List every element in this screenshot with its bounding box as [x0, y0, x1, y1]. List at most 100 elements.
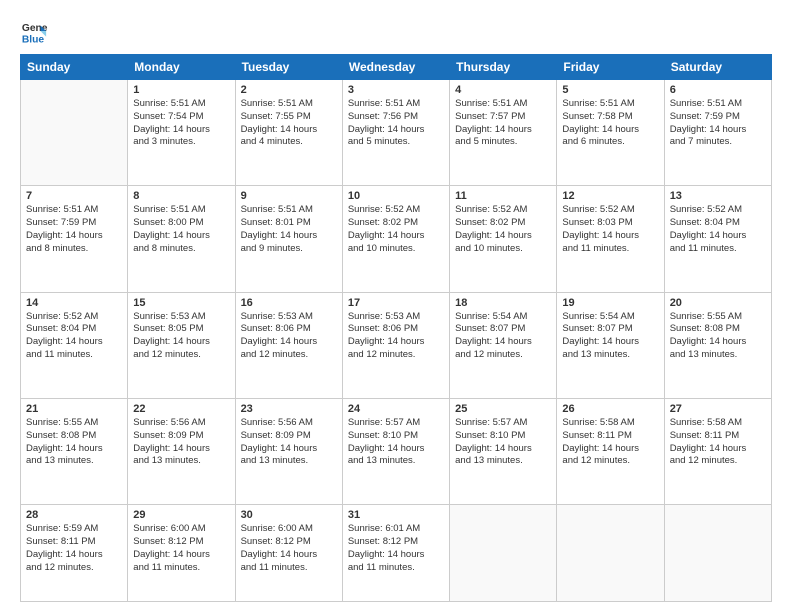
- week-row-4: 21 Sunrise: 5:55 AMSunset: 8:08 PMDayligh…: [21, 398, 772, 504]
- calendar-cell: 23 Sunrise: 5:56 AMSunset: 8:09 PMDayligh…: [235, 398, 342, 504]
- day-info: Sunrise: 5:51 AMSunset: 7:57 PMDaylight:…: [455, 98, 551, 149]
- day-info: Sunrise: 5:57 AMSunset: 8:10 PMDaylight:…: [455, 417, 551, 468]
- calendar-cell: [664, 505, 771, 602]
- week-row-5: 28 Sunrise: 5:59 AMSunset: 8:11 PMDayligh…: [21, 505, 772, 602]
- weekday-header-sunday: Sunday: [21, 55, 128, 80]
- weekday-header-thursday: Thursday: [450, 55, 557, 80]
- week-row-3: 14 Sunrise: 5:52 AMSunset: 8:04 PMDayligh…: [21, 292, 772, 398]
- day-number: 4: [455, 84, 551, 96]
- calendar-cell: 21 Sunrise: 5:55 AMSunset: 8:08 PMDayligh…: [21, 398, 128, 504]
- day-number: 21: [26, 403, 122, 415]
- day-info: Sunrise: 5:58 AMSunset: 8:11 PMDaylight:…: [670, 417, 766, 468]
- calendar-cell: 8 Sunrise: 5:51 AMSunset: 8:00 PMDaylight…: [128, 186, 235, 292]
- calendar-cell: 24Sunrise: 5:57 AMSunset: 8:10 PMDayligh…: [342, 398, 449, 504]
- calendar-cell: 10 Sunrise: 5:52 AMSunset: 8:02 PMDayligh…: [342, 186, 449, 292]
- day-info: Sunrise: 5:54 AMSunset: 8:07 PMDaylight:…: [455, 311, 551, 362]
- day-number: 8: [133, 190, 229, 202]
- calendar-cell: 30 Sunrise: 6:00 AMSunset: 8:12 PMDayligh…: [235, 505, 342, 602]
- calendar-cell: 15Sunrise: 5:53 AMSunset: 8:05 PMDayligh…: [128, 292, 235, 398]
- day-info: Sunrise: 5:58 AMSunset: 8:11 PMDaylight:…: [562, 417, 658, 468]
- day-number: 20: [670, 297, 766, 309]
- day-info: Sunrise: 5:51 AMSunset: 7:56 PMDaylight:…: [348, 98, 444, 149]
- day-number: 14: [26, 297, 122, 309]
- day-number: 22: [133, 403, 229, 415]
- day-info: Sunrise: 5:52 AMSunset: 8:04 PMDaylight:…: [26, 311, 122, 362]
- calendar-cell: 1Sunrise: 5:51 AMSunset: 7:54 PMDaylight…: [128, 80, 235, 186]
- day-info: Sunrise: 5:51 AMSunset: 7:55 PMDaylight:…: [241, 98, 337, 149]
- day-info: Sunrise: 5:52 AMSunset: 8:02 PMDaylight:…: [455, 204, 551, 255]
- calendar-cell: 12 Sunrise: 5:52 AMSunset: 8:03 PMDayligh…: [557, 186, 664, 292]
- weekday-header-row: SundayMondayTuesdayWednesdayThursdayFrid…: [21, 55, 772, 80]
- day-number: 2: [241, 84, 337, 96]
- day-info: Sunrise: 5:52 AMSunset: 8:03 PMDaylight:…: [562, 204, 658, 255]
- day-number: 30: [241, 509, 337, 521]
- calendar-cell: 13Sunrise: 5:52 AMSunset: 8:04 PMDayligh…: [664, 186, 771, 292]
- calendar-cell: 11 Sunrise: 5:52 AMSunset: 8:02 PMDayligh…: [450, 186, 557, 292]
- day-info: Sunrise: 5:59 AMSunset: 8:11 PMDaylight:…: [26, 523, 122, 574]
- day-number: 26: [562, 403, 658, 415]
- day-info: Sunrise: 5:53 AMSunset: 8:06 PMDaylight:…: [348, 311, 444, 362]
- day-info: Sunrise: 5:54 AMSunset: 8:07 PMDaylight:…: [562, 311, 658, 362]
- day-number: 10: [348, 190, 444, 202]
- day-number: 15: [133, 297, 229, 309]
- calendar-cell: 6Sunrise: 5:51 AMSunset: 7:59 PMDaylight…: [664, 80, 771, 186]
- day-info: Sunrise: 5:52 AMSunset: 8:02 PMDaylight:…: [348, 204, 444, 255]
- day-info: Sunrise: 5:56 AMSunset: 8:09 PMDaylight:…: [241, 417, 337, 468]
- day-number: 16: [241, 297, 337, 309]
- week-row-1: 1Sunrise: 5:51 AMSunset: 7:54 PMDaylight…: [21, 80, 772, 186]
- calendar-cell: [557, 505, 664, 602]
- day-number: 27: [670, 403, 766, 415]
- day-number: 17: [348, 297, 444, 309]
- day-number: 13: [670, 190, 766, 202]
- day-number: 9: [241, 190, 337, 202]
- svg-text:Blue: Blue: [22, 34, 45, 45]
- calendar-cell: 5Sunrise: 5:51 AMSunset: 7:58 PMDaylight…: [557, 80, 664, 186]
- calendar: SundayMondayTuesdayWednesdayThursdayFrid…: [20, 54, 772, 602]
- day-number: 3: [348, 84, 444, 96]
- header: General Blue: [20, 18, 772, 46]
- day-info: Sunrise: 5:55 AMSunset: 8:08 PMDaylight:…: [670, 311, 766, 362]
- calendar-cell: 26 Sunrise: 5:58 AMSunset: 8:11 PMDayligh…: [557, 398, 664, 504]
- day-number: 25: [455, 403, 551, 415]
- day-number: 23: [241, 403, 337, 415]
- day-info: Sunrise: 6:01 AMSunset: 8:12 PMDaylight:…: [348, 523, 444, 574]
- calendar-cell: 18 Sunrise: 5:54 AMSunset: 8:07 PMDayligh…: [450, 292, 557, 398]
- calendar-cell: 14 Sunrise: 5:52 AMSunset: 8:04 PMDayligh…: [21, 292, 128, 398]
- day-number: 11: [455, 190, 551, 202]
- logo: General Blue: [20, 18, 52, 46]
- weekday-header-wednesday: Wednesday: [342, 55, 449, 80]
- calendar-cell: 16Sunrise: 5:53 AMSunset: 8:06 PMDayligh…: [235, 292, 342, 398]
- calendar-cell: [21, 80, 128, 186]
- day-info: Sunrise: 6:00 AMSunset: 8:12 PMDaylight:…: [241, 523, 337, 574]
- calendar-cell: 31 Sunrise: 6:01 AMSunset: 8:12 PMDayligh…: [342, 505, 449, 602]
- calendar-cell: 7 Sunrise: 5:51 AMSunset: 7:59 PMDaylight…: [21, 186, 128, 292]
- day-number: 5: [562, 84, 658, 96]
- day-number: 19: [562, 297, 658, 309]
- weekday-header-monday: Monday: [128, 55, 235, 80]
- weekday-header-friday: Friday: [557, 55, 664, 80]
- day-number: 7: [26, 190, 122, 202]
- calendar-cell: 25 Sunrise: 5:57 AMSunset: 8:10 PMDayligh…: [450, 398, 557, 504]
- calendar-cell: 27 Sunrise: 5:58 AMSunset: 8:11 PMDayligh…: [664, 398, 771, 504]
- calendar-cell: [450, 505, 557, 602]
- day-info: Sunrise: 5:51 AMSunset: 8:01 PMDaylight:…: [241, 204, 337, 255]
- calendar-cell: 29Sunrise: 6:00 AMSunset: 8:12 PMDayligh…: [128, 505, 235, 602]
- day-number: 12: [562, 190, 658, 202]
- calendar-cell: 3 Sunrise: 5:51 AMSunset: 7:56 PMDaylight…: [342, 80, 449, 186]
- weekday-header-tuesday: Tuesday: [235, 55, 342, 80]
- day-number: 31: [348, 509, 444, 521]
- logo-icon: General Blue: [20, 18, 48, 46]
- week-row-2: 7 Sunrise: 5:51 AMSunset: 7:59 PMDaylight…: [21, 186, 772, 292]
- calendar-cell: 17 Sunrise: 5:53 AMSunset: 8:06 PMDayligh…: [342, 292, 449, 398]
- day-info: Sunrise: 5:51 AMSunset: 7:59 PMDaylight:…: [26, 204, 122, 255]
- weekday-header-saturday: Saturday: [664, 55, 771, 80]
- day-info: Sunrise: 5:51 AMSunset: 8:00 PMDaylight:…: [133, 204, 229, 255]
- day-number: 18: [455, 297, 551, 309]
- calendar-cell: 19 Sunrise: 5:54 AMSunset: 8:07 PMDayligh…: [557, 292, 664, 398]
- day-info: Sunrise: 6:00 AMSunset: 8:12 PMDaylight:…: [133, 523, 229, 574]
- calendar-cell: 20 Sunrise: 5:55 AMSunset: 8:08 PMDayligh…: [664, 292, 771, 398]
- calendar-cell: 22Sunrise: 5:56 AMSunset: 8:09 PMDayligh…: [128, 398, 235, 504]
- calendar-cell: 28 Sunrise: 5:59 AMSunset: 8:11 PMDayligh…: [21, 505, 128, 602]
- day-number: 28: [26, 509, 122, 521]
- day-info: Sunrise: 5:55 AMSunset: 8:08 PMDaylight:…: [26, 417, 122, 468]
